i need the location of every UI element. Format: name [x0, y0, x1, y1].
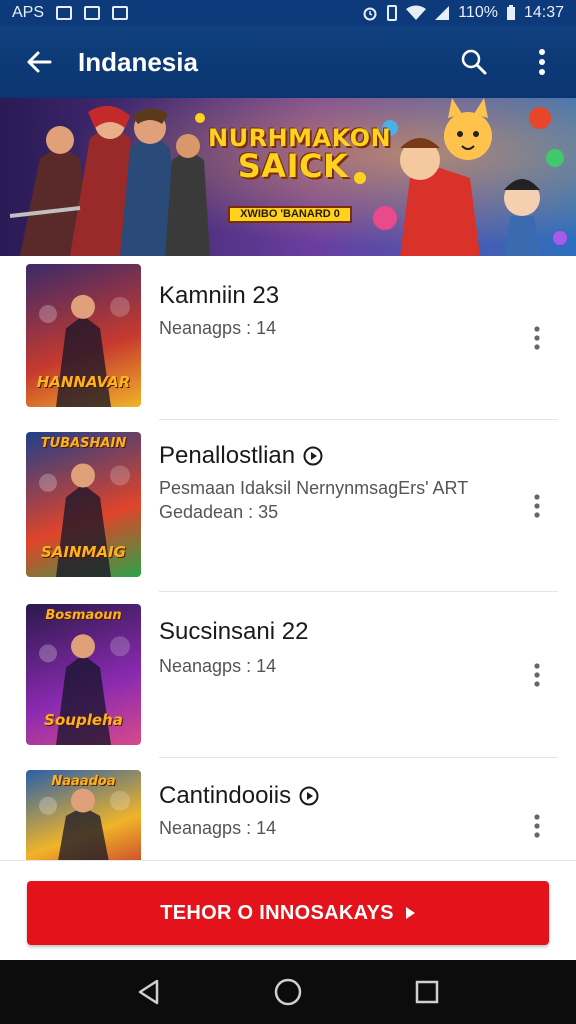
item-overflow-button[interactable]	[522, 655, 552, 695]
game-title: Sucsinsani 22	[159, 618, 308, 646]
item-overflow-button[interactable]	[522, 806, 552, 846]
triangle-back-icon	[139, 979, 159, 1005]
more-vert-icon	[534, 326, 540, 350]
game-meta-secondary: Gedadean : 35	[159, 502, 279, 522]
triangle-right-icon	[405, 907, 415, 919]
game-meta: Pesmaan Idaksil NernynmsagErs' ART	[159, 478, 469, 498]
game-title-text: Kamniin 23	[159, 282, 280, 309]
game-meta: Neanagps : 14	[159, 318, 277, 338]
play-circle-icon	[299, 786, 319, 806]
back-button[interactable]	[0, 26, 78, 98]
search-icon	[461, 49, 487, 75]
game-meta: Neanagps : 14	[159, 818, 277, 838]
featured-banner[interactable]: NURHMAKON SAICK XWIBO 'BANARD 0	[0, 98, 576, 256]
game-subtitle: Neanagps : 14	[159, 316, 276, 340]
game-title: Cantindooiis	[159, 782, 319, 810]
game-thumbnail[interactable]: Naaadoa	[26, 770, 141, 860]
square-recent-icon	[415, 980, 438, 1004]
thumbnail-top-label: Bosmaoun	[45, 608, 122, 623]
game-title: Penallostlian	[159, 442, 323, 470]
item-overflow-button[interactable]	[522, 486, 552, 526]
game-title: Kamniin 23	[159, 282, 279, 310]
game-subtitle: Neanagps : 14	[159, 816, 276, 840]
carrier-label: APS	[12, 4, 45, 21]
footer: TEHOR O INNOSAKAYS	[0, 860, 576, 960]
game-thumbnail[interactable]: HANNAVAR	[26, 264, 141, 407]
game-subtitle: Pesmaan Idaksil NernynmsagErs' ART Gedade…	[159, 476, 468, 524]
nav-recent-button[interactable]	[397, 962, 457, 1022]
wifi-icon	[406, 5, 427, 20]
battery-icon	[506, 5, 515, 20]
game-meta: Neanagps : 14	[159, 656, 277, 676]
game-title-text: Penallostlian	[159, 442, 296, 469]
list-item[interactable]: Naaadoa Cantindooiis Neanagps : 14	[0, 758, 576, 860]
alarm-icon	[363, 7, 377, 21]
item-overflow-button[interactable]	[522, 318, 552, 358]
circle-home-icon	[274, 978, 302, 1006]
thumbnail-label: SAINMAIG	[41, 543, 126, 561]
message-icon	[84, 6, 101, 20]
game-thumbnail[interactable]: Bosmaoun Soupleha	[26, 604, 141, 745]
game-list: HANNAVAR Kamniin 23 Neanagps : 14 TUBASHAIN…	[0, 256, 576, 860]
vibrate-icon	[387, 5, 398, 21]
game-subtitle: Neanagps : 14	[159, 654, 276, 678]
system-navigation-bar	[0, 960, 576, 1024]
signal-icon	[435, 6, 450, 20]
overflow-menu-button[interactable]	[508, 26, 576, 98]
thumbnail-label: HANNAVAR	[36, 373, 131, 391]
more-vert-icon	[534, 814, 540, 838]
game-title-text: Sucsinsani 22	[159, 618, 309, 645]
banner-title-line2: SAICK	[237, 147, 349, 185]
page-title: Indanesia	[78, 46, 198, 77]
thumbnail-top-label: TUBASHAIN	[40, 436, 127, 451]
notification-icon	[56, 6, 73, 20]
banner-title: NURHMAKON SAICK	[208, 124, 391, 185]
thumbnail-top-label: Naaadoa	[51, 774, 116, 789]
app-bar: Indanesia	[0, 26, 576, 98]
more-vert-icon	[534, 663, 540, 687]
arrow-left-icon	[27, 51, 52, 73]
battery-label: 110%	[458, 4, 498, 21]
play-circle-icon	[303, 446, 323, 466]
banner-subtitle: XWIBO 'BANARD 0	[228, 206, 352, 223]
game-thumbnail[interactable]: TUBASHAIN SAINMAIG	[26, 432, 141, 577]
game-title-text: Cantindooiis	[159, 782, 292, 809]
search-button[interactable]	[440, 26, 508, 98]
more-vert-icon	[539, 49, 545, 75]
list-item[interactable]: Bosmaoun Soupleha Sucsinsani 22 Neanagps : …	[0, 592, 576, 758]
nav-home-button[interactable]	[258, 962, 318, 1022]
nav-back-button[interactable]	[119, 962, 179, 1022]
list-item[interactable]: HANNAVAR Kamniin 23 Neanagps : 14	[0, 256, 576, 420]
thumbnail-label: Soupleha	[44, 711, 123, 729]
list-item[interactable]: TUBASHAIN SAINMAIG Penallostlian Pesmaan Id…	[0, 420, 576, 592]
status-bar: APS 110% 14:37	[0, 0, 576, 26]
cta-label: TEHOR O INNOSAKAYS	[160, 901, 394, 924]
clock: 14:37	[523, 4, 564, 21]
primary-cta-button[interactable]: TEHOR O INNOSAKAYS	[27, 881, 549, 945]
more-vert-icon	[534, 494, 540, 518]
gallery-icon	[112, 6, 129, 20]
